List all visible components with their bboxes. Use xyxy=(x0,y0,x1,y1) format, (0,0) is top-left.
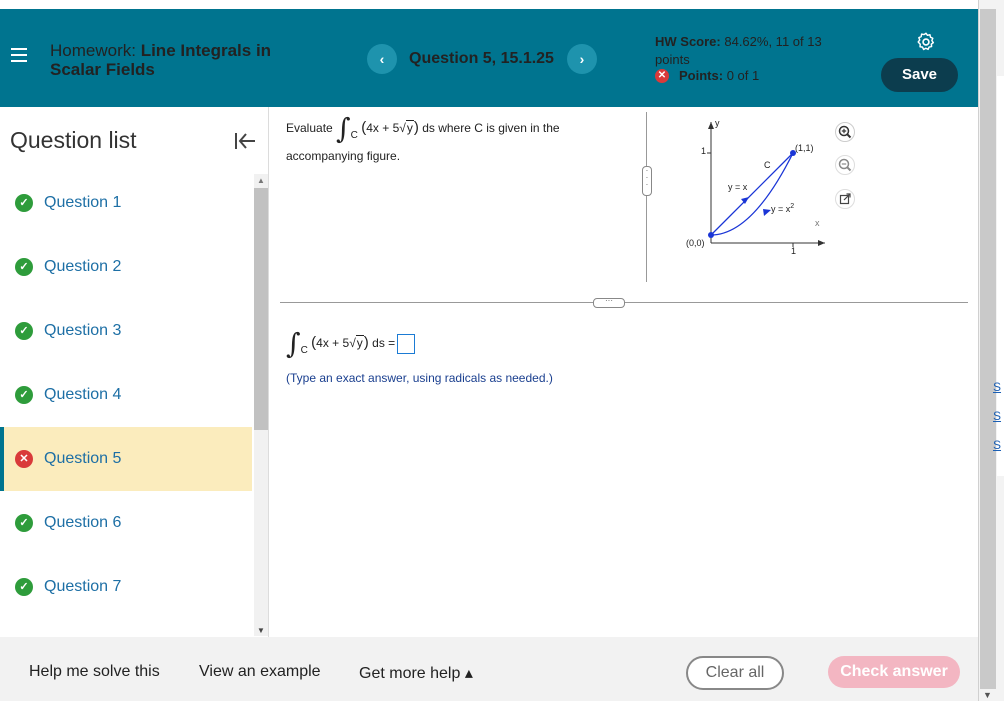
gear-icon[interactable] xyxy=(915,31,937,53)
incorrect-icon: ✕ xyxy=(655,68,669,83)
sidebar-item-question-5[interactable]: ✕ Question 5 xyxy=(0,427,252,491)
sidebar-item-question-1[interactable]: ✓ Question 1 xyxy=(0,171,252,235)
y-tick-label: 1 xyxy=(701,146,707,156)
prompt-rest: ds where C is given in the xyxy=(422,121,560,135)
scroll-down-icon[interactable]: ▼ xyxy=(983,690,992,700)
next-question-button[interactable]: › xyxy=(567,44,597,74)
points-value: 0 of 1 xyxy=(726,68,760,83)
endpoint-label: (1,1) xyxy=(795,143,814,153)
sidebar-item-label: Question 7 xyxy=(44,578,122,595)
check-circle-icon: ✓ xyxy=(15,194,33,212)
check-circle-icon: ✓ xyxy=(15,386,33,404)
view-example-link[interactable]: View an example xyxy=(199,663,321,681)
chevron-left-icon: ‹ xyxy=(379,51,385,67)
check-circle-icon: ✓ xyxy=(15,514,33,532)
line-label: y = x xyxy=(728,182,748,192)
save-button[interactable]: Save xyxy=(881,58,958,92)
sidebar-item-label: Question 1 xyxy=(44,194,122,211)
check-circle-icon: ✓ xyxy=(15,258,33,276)
edge-link[interactable]: S xyxy=(993,380,1001,394)
sidebar-item-label: Question 5 xyxy=(44,450,122,467)
prev-question-button[interactable]: ‹ xyxy=(367,44,397,74)
help-me-solve-link[interactable]: Help me solve this xyxy=(29,663,160,681)
hw-score-line2: points xyxy=(655,52,690,67)
integrand: 4x + 5 xyxy=(316,336,350,351)
homework-title: Homework: Line Integrals in Scalar Field… xyxy=(50,41,271,79)
homework-title-main: Line Integrals in xyxy=(140,41,272,60)
hw-score: HW Score: 84.62%, 11 of 13 points xyxy=(655,33,855,69)
integral-sign: ∫ xyxy=(336,111,351,145)
y-axis-label: y xyxy=(715,118,720,128)
sidebar-item-label: Question 4 xyxy=(44,386,122,403)
vertical-splitter-handle[interactable]: · · · xyxy=(642,166,652,196)
check-answer-button[interactable]: Check answer xyxy=(828,656,960,688)
sidebar-item-question-6[interactable]: ✓ Question 6 xyxy=(0,491,252,555)
sidebar-item-label: Question 3 xyxy=(44,322,122,339)
x-circle-icon: ✕ xyxy=(15,450,33,468)
homework-title-line2: Scalar Fields xyxy=(50,60,155,79)
menu-icon[interactable] xyxy=(11,48,27,66)
clear-all-button[interactable]: Clear all xyxy=(686,656,784,690)
contour-subscript: C xyxy=(300,345,308,357)
integrand: 4x + 5 xyxy=(366,121,400,135)
origin-label: (0,0) xyxy=(686,238,705,248)
sidebar-item-question-3[interactable]: ✓ Question 3 xyxy=(0,299,252,363)
prompt-line2: accompanying figure. xyxy=(286,149,401,163)
sidebar-item-question-4[interactable]: ✓ Question 4 xyxy=(0,363,252,427)
hw-score-value: 84.62%, 11 of 13 xyxy=(724,34,822,49)
answer-hint: (Type an exact answer, using radicals as… xyxy=(286,371,553,385)
scroll-down-icon[interactable]: ▼ xyxy=(257,626,265,635)
question-list-title: Question list xyxy=(10,127,137,153)
sidebar-item-label: Question 2 xyxy=(44,258,122,275)
integral-sign: ∫ xyxy=(286,327,301,360)
zoom-out-icon[interactable] xyxy=(835,155,855,175)
scrollbar-thumb[interactable] xyxy=(254,188,268,430)
question-prompt: Evaluate ∫C (4x + 5√y) ds where C is giv… xyxy=(286,111,560,163)
sidebar-item-question-7[interactable]: ✓ Question 7 xyxy=(0,555,252,619)
x-tick-label: 1 xyxy=(791,246,797,256)
vertical-splitter xyxy=(646,112,647,282)
top-strip xyxy=(0,0,1004,9)
points-label: Points: xyxy=(679,68,724,83)
horizontal-splitter-handle[interactable]: ··· xyxy=(593,297,625,308)
answer-input[interactable] xyxy=(397,334,416,354)
sidebar-item-question-2[interactable]: ✓ Question 2 xyxy=(0,235,252,299)
chevron-right-icon: › xyxy=(579,51,585,67)
parabola-label: y = x2 xyxy=(771,203,795,214)
zoom-in-icon[interactable] xyxy=(835,122,855,142)
contour-subscript: C xyxy=(350,130,358,141)
open-external-icon[interactable] xyxy=(835,189,855,209)
evaluate-text: Evaluate xyxy=(286,121,333,135)
answer-line: ∫C (4x + 5√y) ds = xyxy=(286,330,416,358)
check-circle-icon: ✓ xyxy=(15,578,33,596)
x-axis-label: x xyxy=(815,218,820,228)
panel-divider xyxy=(268,107,269,637)
homework-title-prefix: Homework: xyxy=(50,41,136,60)
page-scrollbar[interactable] xyxy=(980,9,996,689)
curve-label: C xyxy=(764,160,771,170)
collapse-panel-icon[interactable] xyxy=(234,131,256,151)
edge-link[interactable]: S xyxy=(993,438,1001,452)
sqrt-y: y xyxy=(405,120,414,135)
sidebar-item-label: Question 6 xyxy=(44,514,122,531)
question-title: Question 5, 15.1.25 xyxy=(409,50,554,67)
edge-link[interactable]: S xyxy=(993,409,1001,423)
points-status: ✕ Points: 0 of 1 xyxy=(655,68,759,83)
sqrt-y: y xyxy=(355,335,364,351)
answer-ds: ds = xyxy=(372,336,396,351)
get-more-help-link[interactable]: Get more help ▴ xyxy=(359,663,473,683)
scroll-up-icon[interactable]: ▲ xyxy=(257,176,265,185)
check-circle-icon: ✓ xyxy=(15,322,33,340)
hw-score-label: HW Score: xyxy=(655,34,721,49)
